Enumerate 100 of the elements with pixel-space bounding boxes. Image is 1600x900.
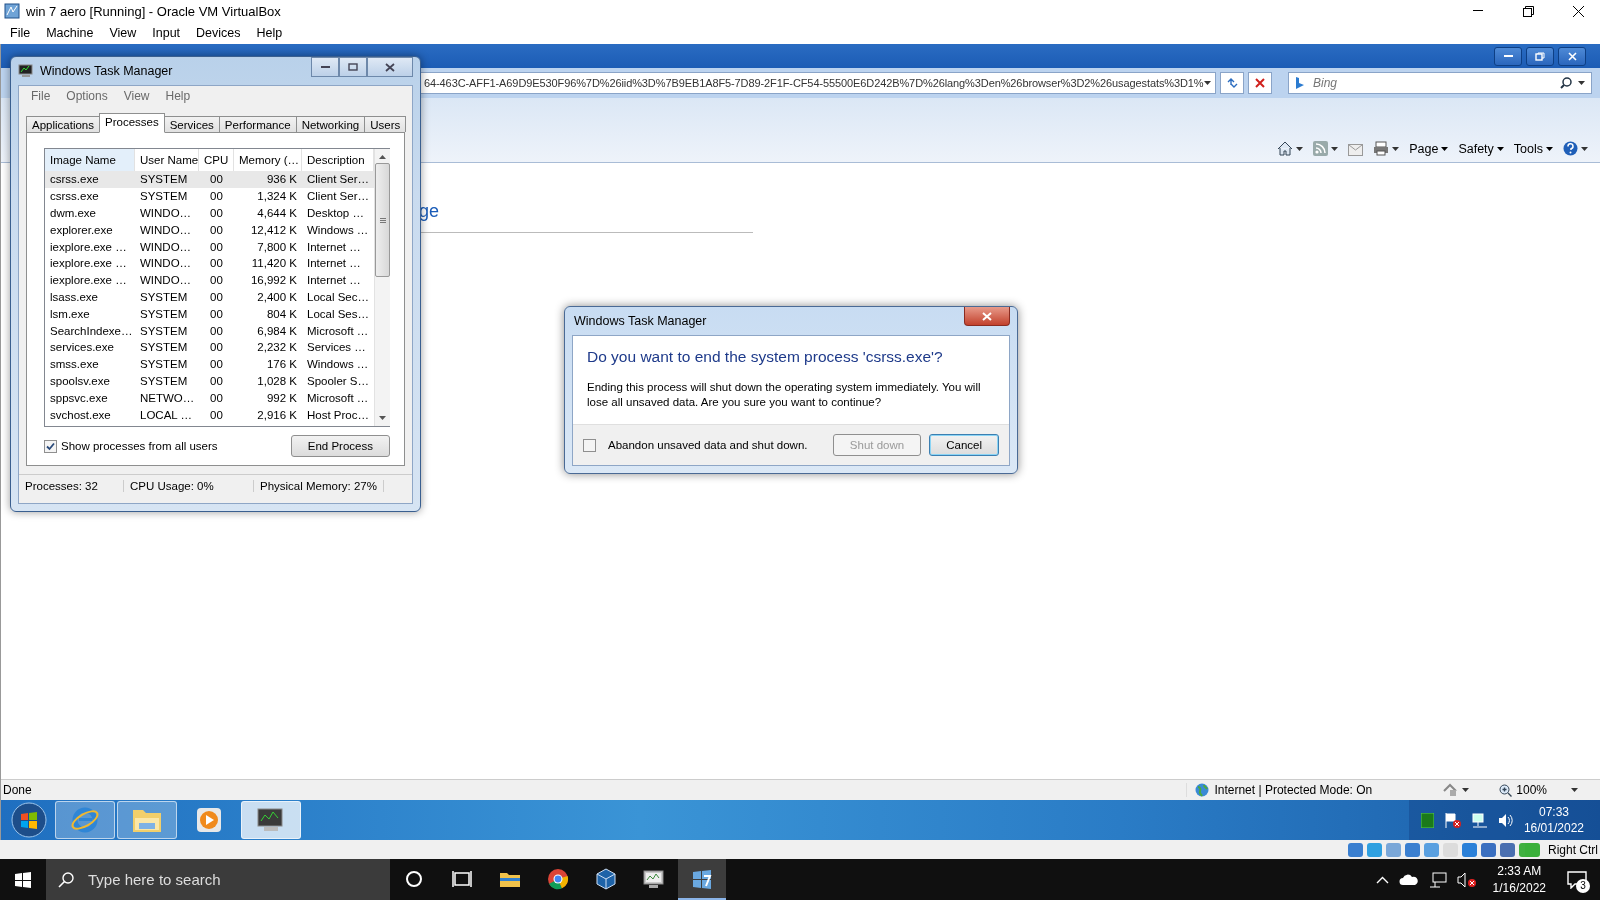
table-cell[interactable]: SYSTEM xyxy=(135,171,199,188)
table-cell[interactable]: WINDO… xyxy=(135,271,199,289)
table-cell[interactable]: 00 xyxy=(199,171,234,188)
table-cell[interactable]: Client Ser… xyxy=(302,187,374,205)
refresh-button[interactable] xyxy=(1220,72,1244,94)
table-cell[interactable]: smss.exe xyxy=(45,355,135,373)
table-cell[interactable]: Local Ses… xyxy=(302,305,374,323)
table-cell[interactable]: services.exe xyxy=(45,338,135,356)
chevron-up-icon[interactable] xyxy=(1375,875,1389,884)
menu-button[interactable]: Safety xyxy=(1458,142,1504,156)
monitor-icon[interactable] xyxy=(642,867,666,890)
minimize-icon[interactable] xyxy=(1473,10,1483,12)
table-cell[interactable]: iexplore.exe … xyxy=(45,238,135,255)
cube-icon[interactable] xyxy=(595,867,617,890)
menu-item[interactable]: Input xyxy=(144,26,189,40)
table-cell[interactable]: 00 xyxy=(199,221,234,239)
table-cell[interactable]: 936 K xyxy=(234,171,302,188)
table-cell[interactable]: lsm.exe xyxy=(45,305,135,323)
search-input[interactable]: Bing xyxy=(1311,75,1554,91)
caret-icon[interactable] xyxy=(1204,81,1211,85)
table-cell[interactable]: csrss.exe xyxy=(45,171,135,188)
table-cell[interactable]: Microsoft … xyxy=(302,322,374,339)
network-icon[interactable] xyxy=(1428,871,1447,888)
table-cell[interactable]: SYSTEM xyxy=(135,355,199,373)
menu-item[interactable]: Help xyxy=(157,89,199,103)
menu-item[interactable]: File xyxy=(23,89,59,103)
tab[interactable]: Services xyxy=(163,116,220,132)
table-cell[interactable]: 00 xyxy=(199,338,234,356)
table-cell[interactable]: SearchIndexe… xyxy=(45,322,135,339)
caret-icon[interactable] xyxy=(1462,788,1470,792)
table-cell[interactable]: sppsvc.exe xyxy=(45,389,135,407)
table-cell[interactable]: Microsoft … xyxy=(302,389,374,407)
table-cell[interactable]: 00 xyxy=(199,288,234,306)
table-cell[interactable]: 12,412 K xyxy=(234,221,302,239)
scroll-thumb[interactable] xyxy=(375,163,390,277)
maximize-icon[interactable] xyxy=(348,63,358,71)
scroll-down-icon[interactable] xyxy=(379,416,386,420)
close-button[interactable] xyxy=(1558,46,1586,66)
table-cell[interactable]: Client Ser… xyxy=(302,171,374,188)
caret-icon[interactable] xyxy=(1571,788,1578,792)
table-cell[interactable]: Local Sec… xyxy=(302,288,374,306)
process-list[interactable] xyxy=(44,148,390,427)
caret-icon[interactable] xyxy=(1296,146,1304,151)
caret-icon[interactable] xyxy=(1392,146,1400,151)
search-icon[interactable] xyxy=(1560,77,1572,89)
table-cell[interactable]: lsass.exe xyxy=(45,288,135,306)
table-cell[interactable]: 176 K xyxy=(234,355,302,373)
stop-button[interactable] xyxy=(1248,72,1272,94)
scroll-up-icon[interactable] xyxy=(379,155,386,159)
table-cell[interactable]: spoolsv.exe xyxy=(45,372,135,390)
menu-item[interactable]: Help xyxy=(248,26,291,40)
maximize-button[interactable] xyxy=(339,57,367,77)
table-cell[interactable]: 804 K xyxy=(234,305,302,323)
table-cell[interactable]: 11,420 K xyxy=(234,255,302,272)
help-icon[interactable] xyxy=(1563,141,1578,156)
table-cell[interactable]: svchost.exe xyxy=(45,406,135,423)
zoom-button[interactable]: 100% xyxy=(1489,783,1598,797)
close-icon[interactable] xyxy=(385,62,395,72)
checkbox[interactable] xyxy=(583,438,596,452)
table-cell[interactable]: WINDO… xyxy=(135,204,199,222)
message-icon[interactable] xyxy=(1567,870,1587,889)
table-cell[interactable]: SYSTEM xyxy=(135,338,199,356)
caret-icon[interactable] xyxy=(1581,146,1588,151)
search-input[interactable]: Type here to search xyxy=(86,870,390,889)
cloud-icon[interactable] xyxy=(1398,873,1419,886)
start-orb-icon[interactable] xyxy=(11,802,47,838)
menu-item[interactable]: File xyxy=(2,26,39,40)
checkbox-label[interactable]: Abandon unsaved data and shut down. xyxy=(608,439,808,451)
table-cell[interactable]: 00 xyxy=(199,305,234,323)
table-cell[interactable]: csrss.exe xyxy=(45,187,135,205)
menu-item[interactable]: View xyxy=(101,26,145,40)
dialog-button[interactable]: Cancel xyxy=(929,434,999,456)
search-icon[interactable] xyxy=(58,871,74,888)
circle-icon[interactable] xyxy=(405,869,423,888)
caret-icon[interactable] xyxy=(1578,81,1585,85)
menu-button[interactable]: Page xyxy=(1409,142,1449,156)
table-cell[interactable]: SYSTEM xyxy=(135,322,199,339)
table-cell[interactable]: 1,324 K xyxy=(234,187,302,205)
table-cell[interactable]: 2,916 K xyxy=(234,406,302,423)
table-cell[interactable]: WINDO… xyxy=(135,238,199,255)
menu-item[interactable]: Devices xyxy=(188,26,249,40)
muted-speaker-icon[interactable] xyxy=(1456,871,1477,888)
tab[interactable]: Users xyxy=(364,116,407,132)
table-cell[interactable]: 00 xyxy=(199,187,234,205)
table-cell[interactable]: SYSTEM xyxy=(135,288,199,306)
windows-logo-icon[interactable] xyxy=(15,871,31,888)
task-view-icon[interactable] xyxy=(452,869,472,888)
table-cell[interactable]: Host Proc… xyxy=(302,406,374,423)
close-button[interactable] xyxy=(367,57,413,77)
flag-icon[interactable] xyxy=(1443,811,1462,829)
network-icon[interactable] xyxy=(1471,812,1488,828)
table-cell[interactable]: Desktop … xyxy=(302,204,374,222)
speaker-icon[interactable] xyxy=(1497,812,1514,828)
chrome-icon[interactable] xyxy=(547,867,569,890)
menu-button[interactable]: Tools xyxy=(1513,142,1553,156)
device-status-icons-drawing[interactable] xyxy=(1346,841,1542,858)
end-process-button[interactable]: End Process xyxy=(290,435,390,457)
tab[interactable]: Networking xyxy=(295,116,366,132)
table-cell[interactable]: SYSTEM xyxy=(135,305,199,323)
table-cell[interactable]: 16,992 K xyxy=(234,271,302,289)
